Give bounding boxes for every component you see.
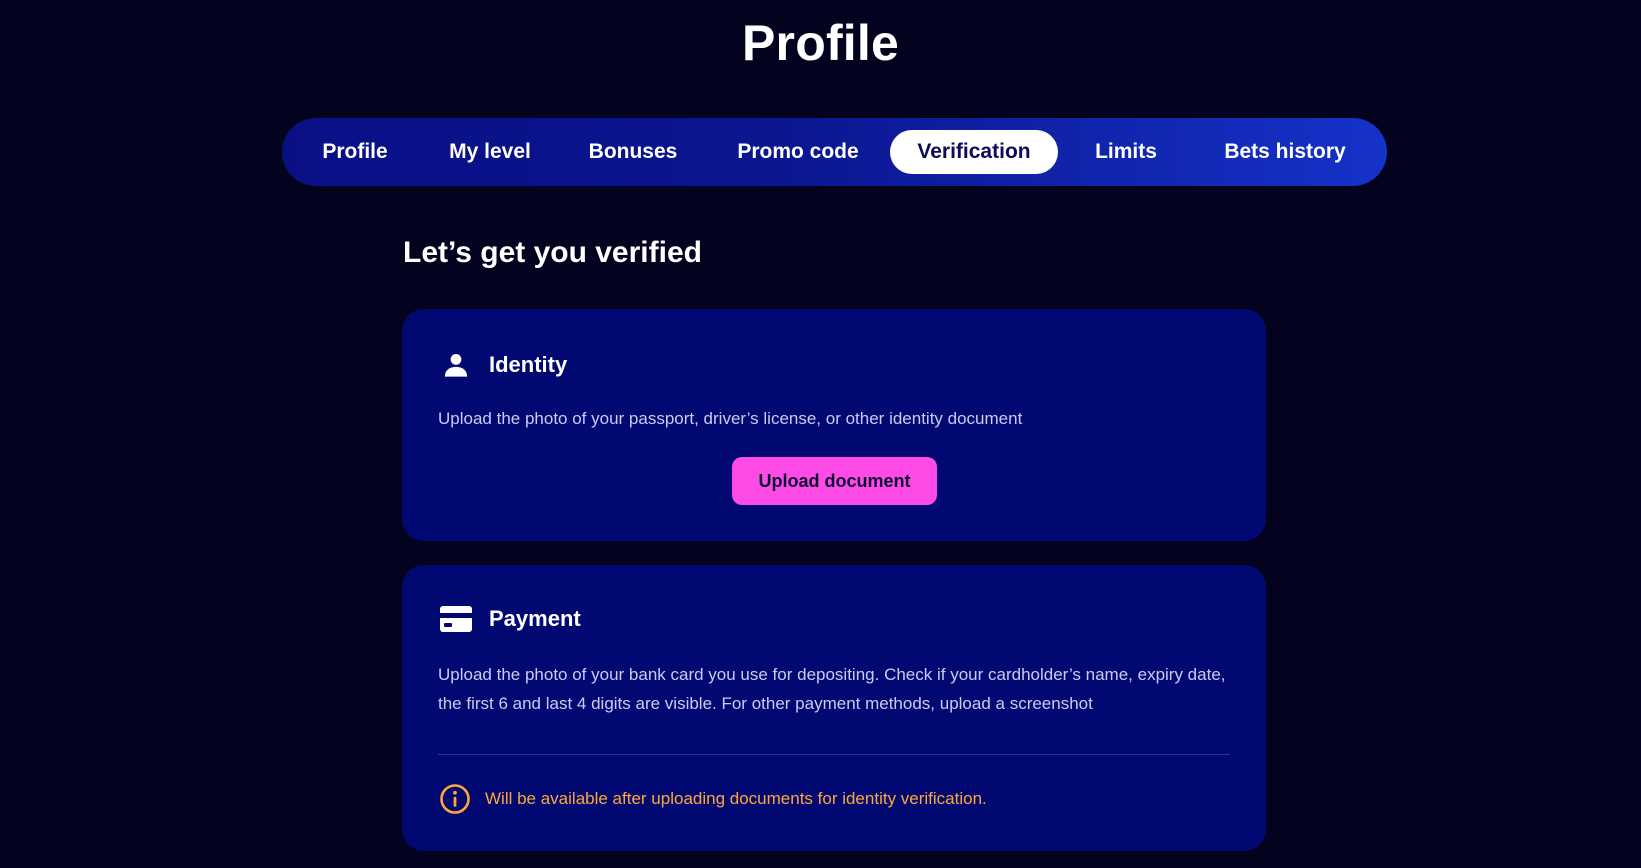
tab-bets-history[interactable]: Bets history: [1194, 130, 1376, 174]
profile-page: Profile Profile My level Bonuses Promo c…: [0, 0, 1641, 868]
upload-document-button[interactable]: Upload document: [732, 457, 937, 505]
tab-limits[interactable]: Limits: [1058, 130, 1194, 174]
payment-header: Payment: [440, 603, 581, 635]
verification-heading: Let’s get you verified: [403, 236, 702, 269]
payment-divider: [438, 754, 1230, 755]
payment-title: Payment: [489, 606, 581, 631]
payment-notice-text: Will be available after uploading docume…: [485, 789, 987, 808]
tab-bonuses[interactable]: Bonuses: [560, 130, 706, 174]
profile-tab-bar: Profile My level Bonuses Promo code Veri…: [282, 118, 1387, 186]
identity-header: Identity: [440, 349, 567, 381]
tab-verification[interactable]: Verification: [890, 130, 1058, 174]
identity-title: Identity: [489, 352, 568, 377]
payment-card: Payment Upload the photo of your bank ca…: [402, 565, 1266, 851]
tab-profile[interactable]: Profile: [290, 130, 420, 174]
payment-notice: Will be available after uploading docume…: [438, 782, 987, 816]
tab-promo-code[interactable]: Promo code: [706, 130, 890, 174]
identity-description: Upload the photo of your passport, drive…: [438, 409, 1023, 428]
info-icon: [438, 782, 472, 816]
page-title: Profile: [742, 15, 899, 71]
identity-card: Identity Upload the photo of your passpo…: [402, 309, 1266, 541]
person-icon: [440, 349, 472, 381]
payment-description: Upload the photo of your bank card you u…: [438, 665, 1226, 713]
credit-card-icon: [440, 603, 472, 635]
tab-my-level[interactable]: My level: [420, 130, 560, 174]
